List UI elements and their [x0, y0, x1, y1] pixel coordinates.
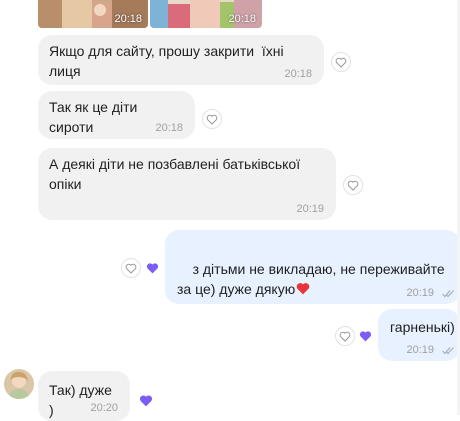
avatar-photo: [4, 369, 34, 399]
incoming-message[interactable]: Так) дуже ) 20:20: [38, 371, 130, 421]
incoming-message[interactable]: Якщо для сайту, прошу закрити їхні лиця …: [38, 35, 324, 85]
outgoing-message[interactable]: гарненькі) 20:19: [378, 309, 460, 361]
double-check-icon: [442, 290, 454, 298]
heart-emoji: [296, 283, 310, 295]
double-check-icon: [442, 347, 454, 355]
message-reaction[interactable]: [135, 389, 157, 411]
incoming-message[interactable]: Так як це діти сироти 20:18: [38, 91, 195, 139]
photo-attachment-1[interactable]: 20:18: [38, 0, 148, 28]
message-timestamp: 20:19: [406, 344, 434, 356]
heart-outline-icon: [347, 180, 359, 191]
heart-outline-icon: [335, 57, 347, 68]
message-reaction[interactable]: [141, 257, 163, 279]
add-reaction-button[interactable]: [202, 109, 222, 129]
purple-heart-icon: [359, 331, 371, 342]
message-timestamp: 20:18: [284, 68, 312, 80]
message-timestamp: 20:18: [155, 122, 183, 134]
message-text: Якщо для сайту, прошу закрити їхні лиця: [49, 43, 288, 79]
message-timestamp: 20:19: [406, 287, 434, 299]
add-reaction-button[interactable]: [335, 326, 355, 346]
heart-outline-icon: [339, 331, 351, 342]
photo-timestamp: 20:18: [228, 13, 256, 25]
heart-outline-icon: [206, 114, 218, 125]
purple-heart-icon: [146, 263, 158, 274]
incoming-message[interactable]: А деякі діти не позбавлені батьківської …: [38, 148, 336, 220]
photo-attachment-2[interactable]: 20:18: [150, 0, 262, 28]
message-timestamp: 20:20: [90, 402, 118, 414]
avatar[interactable]: [4, 369, 34, 399]
message-reaction[interactable]: [354, 325, 376, 347]
add-reaction-button[interactable]: [121, 258, 141, 278]
photo-timestamp: 20:18: [114, 13, 142, 25]
message-text-wrap: з дітьми не викладаю, не переживайте за …: [177, 239, 446, 319]
purple-heart-icon: [139, 394, 153, 406]
message-timestamp: 20:19: [296, 203, 324, 215]
message-text: А деякі діти не позбавлені батьківської …: [49, 156, 304, 192]
add-reaction-button[interactable]: [331, 52, 351, 72]
message-text: гарненькі): [390, 319, 455, 335]
heart-outline-icon: [125, 263, 137, 274]
outgoing-message[interactable]: з дітьми не викладаю, не переживайте за …: [165, 230, 460, 304]
add-reaction-button[interactable]: [343, 175, 363, 195]
